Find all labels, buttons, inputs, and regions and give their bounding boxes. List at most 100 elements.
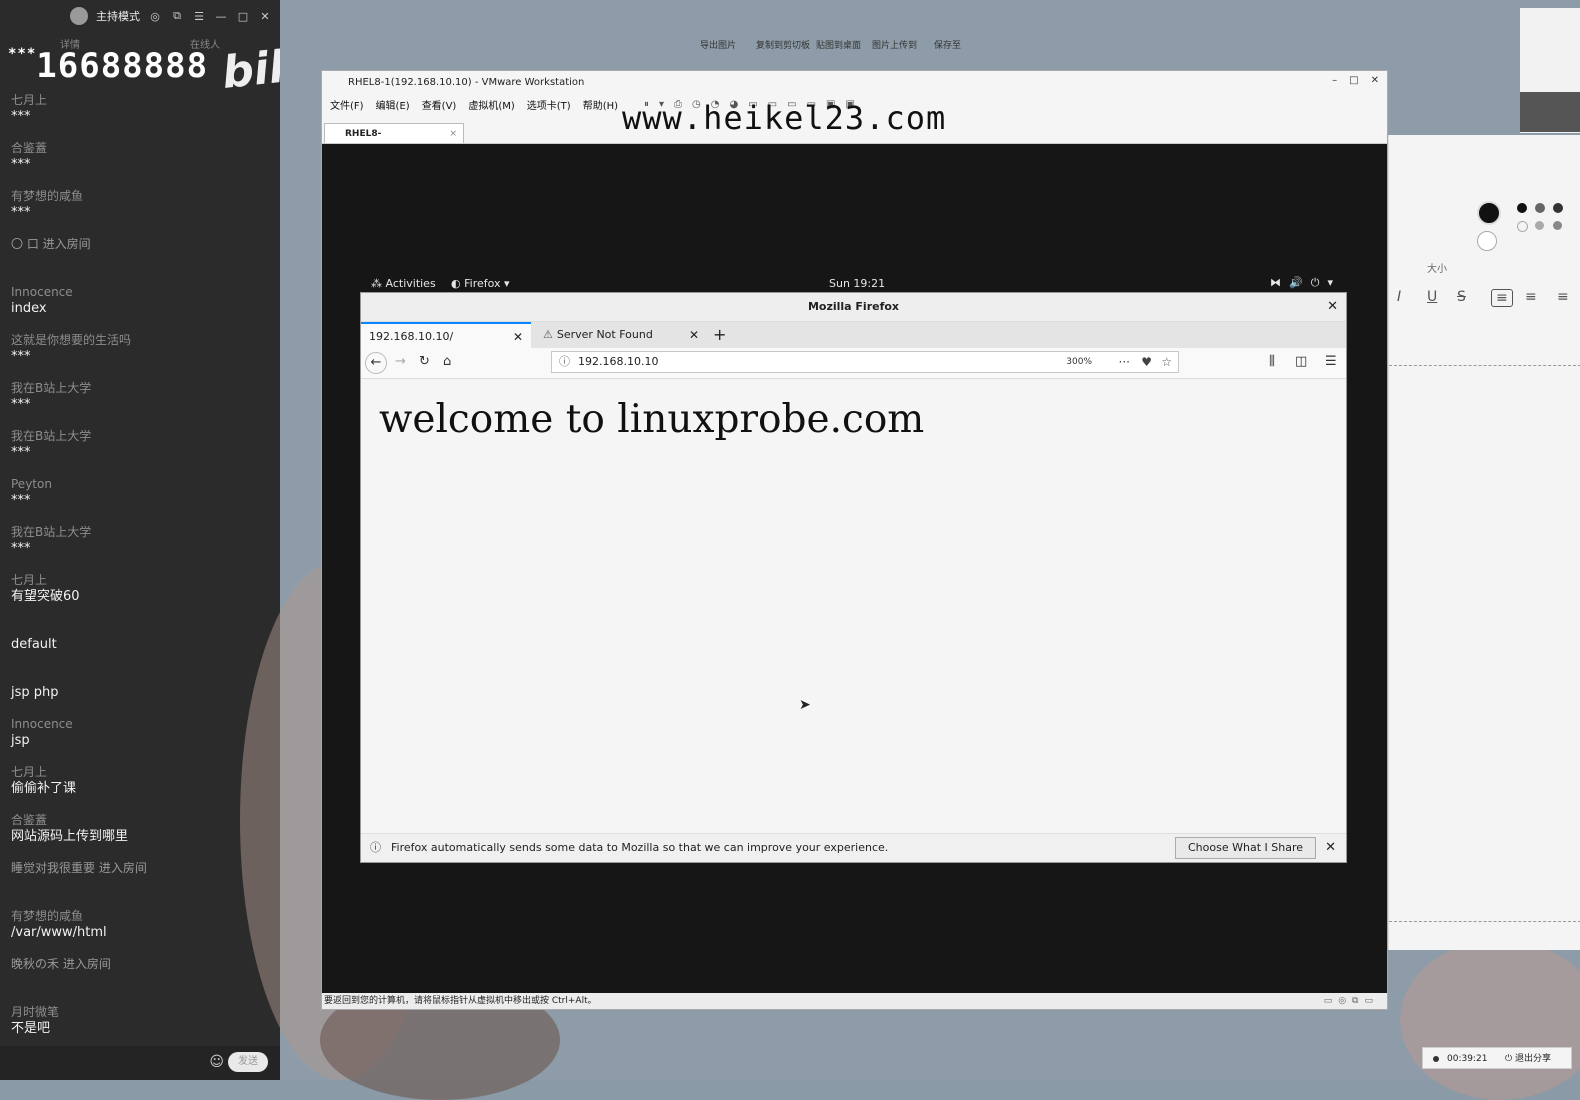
library-icon[interactable]: ⫼: [1269, 354, 1275, 369]
chat-message-text: 不是吧: [11, 1021, 51, 1036]
home-button[interactable]: ⌂: [443, 354, 451, 369]
close-icon[interactable]: ✕: [258, 10, 272, 23]
chat-username[interactable]: 我在B站上大学: [11, 380, 271, 396]
firefox-app-menu[interactable]: ◐ Firefox ▾: [451, 277, 510, 290]
hamburger-menu-icon[interactable]: ☰: [1325, 354, 1337, 369]
activities-button[interactable]: ⁂ Activities: [371, 277, 436, 290]
page-content: welcome to linuxprobe.com ➤: [361, 379, 1346, 832]
align-left-icon[interactable]: ≡: [1491, 289, 1513, 307]
maximize-icon[interactable]: □: [1349, 75, 1358, 86]
minimize-icon[interactable]: —: [214, 10, 228, 23]
toolbar-pin[interactable]: 贴图到桌面: [816, 38, 861, 51]
zoom-indicator[interactable]: 300%: [1066, 352, 1092, 372]
avatar[interactable]: [70, 7, 88, 25]
bookmark-star-icon[interactable]: ☆: [1161, 352, 1172, 372]
chat-username[interactable]: 合鉴蓋: [11, 140, 271, 156]
chat-username[interactable]: 月时微笔: [11, 1004, 271, 1020]
chat-username[interactable]: 七月上: [11, 572, 271, 588]
emoji-icon[interactable]: ☺: [209, 1054, 224, 1070]
right-top-panel-dark: [1520, 92, 1580, 132]
chat-username[interactable]: [11, 668, 271, 684]
chat-username[interactable]: Innocence: [11, 716, 271, 732]
size-dot-large[interactable]: [1517, 203, 1527, 213]
chat-username[interactable]: Innocence: [11, 284, 271, 300]
vm-tab[interactable]: RHEL8-1(192.168.10.10) ×: [324, 123, 464, 159]
chat-username[interactable]: 这就是你想要的生活吗: [11, 332, 271, 348]
size-dot-medium[interactable]: [1535, 203, 1545, 213]
reload-button[interactable]: ↻: [419, 354, 430, 369]
settings-icon[interactable]: ◎: [148, 10, 162, 23]
align-right-icon[interactable]: ≡: [1557, 289, 1569, 305]
vmware-title: RHEL8-1(192.168.10.10) - VMware Workstat…: [348, 76, 585, 88]
chat-message-text: 偷偷补了课: [11, 781, 77, 796]
menu-vm[interactable]: 虚拟机(M): [468, 97, 514, 112]
close-icon[interactable]: ✕: [513, 324, 523, 350]
system-message-text: 晚秋の禾 进入房间: [11, 957, 111, 971]
color-swatch-selected[interactable]: [1477, 201, 1501, 225]
close-icon[interactable]: ×: [449, 124, 457, 144]
menu-view[interactable]: 查看(V): [422, 97, 457, 112]
size-dot-gray[interactable]: [1535, 221, 1544, 230]
toolbar-copy[interactable]: 复制到剪切板: [756, 38, 810, 51]
size-dot-dark-gray[interactable]: [1553, 221, 1562, 230]
popout-icon[interactable]: ⧉: [170, 9, 184, 23]
strikethrough-button[interactable]: S: [1457, 289, 1466, 305]
chat-message: 这就是你想要的生活吗 ***: [11, 332, 271, 380]
new-tab-button[interactable]: +: [713, 322, 726, 348]
device-icons[interactable]: ▭◎⧉▭: [1324, 993, 1379, 1009]
notification-text: Firefox automatically sends some data to…: [391, 841, 889, 854]
url-bar[interactable]: ⓘ 192.168.10.10 300% ··· ♥ ☆: [551, 351, 1179, 373]
info-icon[interactable]: ⓘ: [559, 352, 570, 372]
chat-username[interactable]: Peyton: [11, 476, 271, 492]
volume-icon: 🔊: [1289, 276, 1311, 289]
choose-what-i-share-button[interactable]: Choose What I Share: [1175, 837, 1316, 859]
color-swatch-white[interactable]: [1477, 231, 1497, 251]
pocket-icon[interactable]: ♥: [1141, 352, 1152, 372]
chat-message-list: 七月上 *** 合鉴蓋 *** 有梦想的咸鱼 *** 〇 口 进入房间 Innocence in…: [11, 92, 271, 1080]
chat-username[interactable]: 我在B站上大学: [11, 524, 271, 540]
menu-file[interactable]: 文件(F): [330, 97, 364, 112]
firefox-tabstrip: 192.168.10.10/ ✕ ⚠ Server Not Found ✕ +: [361, 322, 1346, 348]
system-tray[interactable]: ⧓🔊⏻▾: [1270, 276, 1341, 290]
network-icon: ⧓: [1270, 276, 1290, 289]
chat-username[interactable]: 我在B站上大学: [11, 428, 271, 444]
host-mode-label[interactable]: 主持模式: [96, 8, 140, 24]
close-icon[interactable]: ✕: [689, 322, 699, 348]
chat-username[interactable]: 七月上: [11, 764, 271, 780]
sidebar-icon[interactable]: ◫: [1295, 354, 1307, 369]
divider: [1389, 365, 1580, 366]
align-center-icon[interactable]: ≡: [1525, 289, 1537, 305]
back-button[interactable]: ←: [365, 352, 387, 374]
size-dot-outline[interactable]: [1517, 221, 1528, 232]
vmware-statusbar: 要返回到您的计算机，请将鼠标指针从虚拟机中移出或按 Ctrl+Alt。 ▭◎⧉▭: [322, 993, 1387, 1009]
chat-username[interactable]: 合鉴蓋: [11, 812, 271, 828]
menu-tabs[interactable]: 选项卡(T): [527, 97, 571, 112]
menu-edit[interactable]: 编辑(E): [376, 97, 410, 112]
close-icon[interactable]: ✕: [1325, 834, 1336, 862]
maximize-icon[interactable]: □: [236, 10, 250, 23]
chat-username[interactable]: 有梦想的咸鱼: [11, 188, 271, 204]
chat-username[interactable]: [11, 620, 271, 636]
menu-icon[interactable]: ☰: [192, 10, 206, 23]
chat-username[interactable]: 七月上: [11, 92, 271, 108]
toolbar-upload[interactable]: 图片上传到: [872, 38, 917, 51]
minimize-icon[interactable]: –: [1332, 75, 1337, 86]
menu-help[interactable]: 帮助(H): [583, 97, 618, 112]
chat-message: jsp php: [11, 668, 271, 716]
tab-server-not-found[interactable]: ⚠ Server Not Found ✕: [535, 322, 707, 348]
chat-username[interactable]: 有梦想的咸鱼: [11, 908, 271, 924]
close-icon[interactable]: ✕: [1371, 75, 1379, 86]
exit-share-button[interactable]: ⏻ 退出分享: [1505, 1048, 1551, 1070]
italic-button[interactable]: I: [1397, 289, 1401, 305]
size-dot-small[interactable]: [1553, 203, 1563, 213]
forward-button[interactable]: →: [395, 354, 406, 369]
page-actions-icon[interactable]: ···: [1119, 352, 1130, 372]
close-icon[interactable]: ✕: [1327, 293, 1338, 321]
tab-active[interactable]: 192.168.10.10/ ✕: [361, 322, 531, 348]
underline-button[interactable]: U: [1427, 289, 1437, 305]
toolbar-save[interactable]: 保存至: [934, 38, 961, 51]
firefox-titlebar: Mozilla Firefox ✕: [361, 293, 1346, 322]
toolbar-export-image[interactable]: 导出图片: [700, 38, 736, 51]
send-button[interactable]: 发送: [228, 1052, 268, 1072]
clock[interactable]: Sun 19:21: [829, 277, 885, 290]
